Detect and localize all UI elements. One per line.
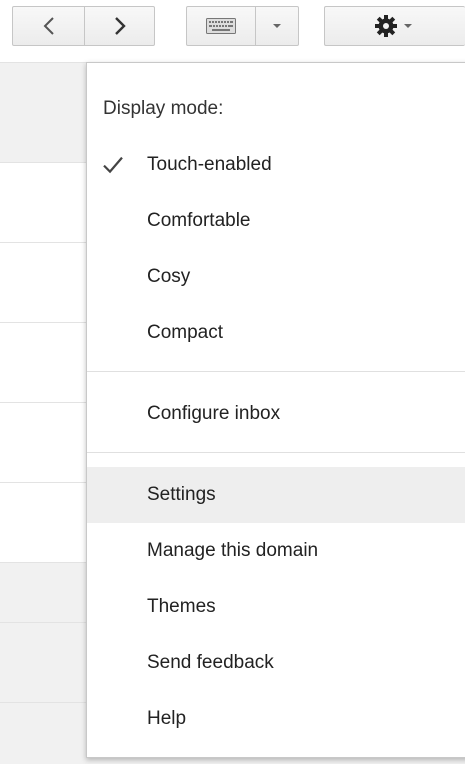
menu-item-comfortable[interactable]: Comfortable (87, 193, 465, 249)
menu-item-label: Manage this domain (147, 540, 319, 561)
menu-item-compact[interactable]: Compact (87, 305, 465, 361)
newer-button[interactable] (84, 6, 155, 46)
menu-item-label: Send feedback (147, 652, 274, 673)
chevron-left-icon (43, 17, 54, 35)
menu-item-cosy[interactable]: Cosy (87, 249, 465, 305)
input-tools-dropdown-button[interactable] (255, 6, 299, 46)
keyboard-icon (206, 18, 236, 34)
menu-item-label: Cosy (147, 266, 191, 287)
menu-item-label: Compact (147, 322, 224, 343)
caret-down-icon (404, 24, 412, 28)
caret-down-icon (273, 24, 281, 28)
menu-separator (87, 371, 465, 372)
settings-menu: Display mode: Touch-enabled Comfortable … (86, 62, 465, 758)
display-mode-heading: Display mode: (103, 98, 224, 119)
menu-item-label: Comfortable (147, 210, 251, 231)
menu-item-help[interactable]: Help (87, 691, 465, 747)
menu-item-label: Configure inbox (147, 403, 281, 424)
menu-item-label: Themes (147, 596, 216, 617)
settings-button[interactable] (324, 6, 465, 46)
menu-item-label: Help (147, 708, 187, 729)
settings-button-content (374, 14, 412, 38)
gear-icon (375, 15, 397, 37)
menu-separator (87, 452, 465, 453)
menu-item-themes[interactable]: Themes (87, 579, 465, 635)
input-tools-button[interactable] (186, 6, 256, 46)
older-button[interactable] (12, 6, 85, 46)
menu-item-configure-inbox[interactable]: Configure inbox (87, 386, 465, 442)
menu-item-send-feedback[interactable]: Send feedback (87, 635, 465, 691)
menu-item-label: Touch-enabled (147, 154, 272, 175)
chevron-right-icon (114, 17, 126, 35)
menu-item-manage-domain[interactable]: Manage this domain (87, 523, 465, 579)
menu-item-touch-enabled[interactable]: Touch-enabled (87, 137, 465, 193)
menu-item-label: Settings (147, 484, 216, 505)
checkmark-icon (103, 156, 123, 174)
toolbar (0, 0, 465, 62)
menu-item-settings[interactable]: Settings (87, 467, 465, 523)
